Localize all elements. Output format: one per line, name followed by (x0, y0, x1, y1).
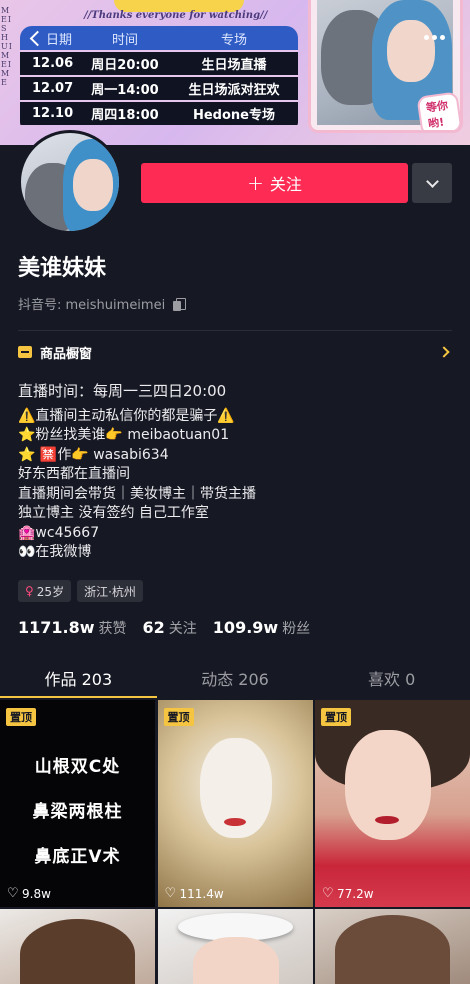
like-count: 9.8w (7, 886, 51, 901)
follow-button[interactable]: + 关注 (141, 163, 408, 203)
banner-photo: 等你哟! (308, 0, 463, 133)
female-icon: ♀ (25, 584, 34, 598)
thumbnail-caption: 山根双C处 (34, 757, 121, 777)
following-label[interactable]: 关注 (169, 618, 197, 638)
bio-line: 🏩wc45667 (18, 524, 100, 541)
bio-line: ⭐ 🈲作👉 wasabi634 (18, 446, 169, 463)
like-count: 111.4w (165, 886, 224, 901)
bio-line: ⚠️直播间主动私信你的都是骗子⚠️ (18, 407, 235, 424)
bio-line: 独立博主 没有签约 自己工作室 (18, 505, 209, 521)
like-count-value: 77.2w (337, 887, 374, 901)
likes-label: 获赞 (98, 621, 127, 637)
video-thumbnail[interactable]: 置顶 77.2w (315, 700, 470, 907)
recommend-dropdown-button[interactable] (412, 163, 452, 203)
schedule-date: 12.06 (32, 56, 74, 71)
thumbnail-caption: 鼻底正V术 (34, 847, 121, 867)
copy-icon[interactable] (173, 297, 187, 311)
plus-icon: + (247, 171, 264, 195)
schedule-event: Hedone专场 (192, 108, 275, 123)
video-thumbnail[interactable]: 置顶 山根双C处 鼻梁两根柱 鼻底正V术 9.8w (0, 700, 155, 907)
video-thumbnail[interactable]: 置顶 111.4w (157, 700, 313, 907)
bio: 直播时间：每周一三四日20:00 ⚠️直播间主动私信你的都是骗子⚠️ ⭐粉丝找美… (18, 382, 458, 563)
likes-count: 1171.8w (18, 618, 95, 637)
bio-line: 好东西都在直播间 (18, 466, 130, 482)
thumbnail-caption: 鼻梁两根柱 (32, 802, 123, 822)
location-tag: 浙江·杭州 (77, 580, 143, 602)
douyin-id: 抖音号: meishuimeimei (18, 294, 187, 313)
schedule-date: 12.07 (32, 81, 74, 96)
like-count: 77.2w (322, 886, 374, 901)
thumbnail-face (192, 937, 279, 984)
back-icon[interactable] (29, 30, 46, 46)
like-count-value: 111.4w (179, 887, 224, 901)
shop-icon (18, 346, 32, 358)
bio-line: ⭐粉丝找美谁👉 meibaotuan01 (18, 427, 230, 443)
schedule-time: 周日20:00 (91, 58, 159, 73)
bio-line: 直播时间：每周一三四日20:00 (18, 382, 227, 400)
follow-label: 关注 (269, 175, 302, 194)
profile-stats: 1171.8w 获赞 62 关注 109.9w 粉丝 (18, 618, 326, 638)
pinned-badge: 置顶 (321, 708, 351, 726)
schedule-row: 12.10 周四18:00 Hedone专场 (20, 100, 298, 125)
thumbnail-lip (375, 816, 399, 824)
tab-dynamics[interactable]: 动态 206 (157, 660, 314, 698)
schedule-header-time: 时间 (111, 32, 138, 48)
nickname: 美谁妹妹 (18, 256, 107, 281)
banner-side-text: MEISHUIMEIME (1, 6, 13, 87)
chevron-right-icon (438, 346, 450, 358)
video-thumbnail[interactable] (0, 909, 155, 984)
shop-label: 商品橱窗 (40, 346, 93, 362)
more-options-icon[interactable] (418, 28, 450, 46)
banner-thanks-text: //Thanks everyone for watching// (84, 10, 268, 21)
age-label: 25岁 (36, 584, 65, 599)
schedule-time: 周四18:00 (91, 108, 159, 123)
video-thumbnail[interactable] (157, 909, 313, 984)
followers-count[interactable]: 109.9w (213, 618, 278, 637)
avatar-face (73, 159, 113, 211)
thumbnail-hair (335, 915, 450, 984)
schedule-header: 日期 时间 专场 (20, 26, 298, 50)
shop-window-entry[interactable]: 商品橱窗 (18, 338, 452, 366)
tab-works[interactable]: 作品 203 (0, 660, 157, 698)
schedule-event: 生日场派对狂欢 (188, 83, 280, 98)
heart-icon (322, 886, 334, 901)
like-count-value: 9.8w (22, 887, 51, 901)
douyin-id-text: 抖音号: meishuimeimei (18, 298, 166, 313)
bio-line: 👀在我微博 (18, 544, 92, 560)
profile-banner: MEISHUIMEIME //Thanks everyone for watch… (0, 0, 470, 145)
live-schedule-table: 日期 时间 专场 12.06 周日20:00 生日场直播 12.07 周一14:… (20, 26, 298, 130)
following-count[interactable]: 62 (143, 618, 165, 637)
bio-line: 直播期间会带货｜美妆博主｜带货主播 (18, 485, 256, 502)
pinned-badge: 置顶 (6, 708, 36, 726)
heart-icon (7, 886, 19, 901)
avatar[interactable] (18, 130, 122, 234)
tab-likes[interactable]: 喜欢 0 (313, 660, 470, 698)
banner-sticker: 等你哟! (416, 91, 460, 130)
heart-icon (165, 886, 177, 901)
followers-label[interactable]: 粉丝 (282, 618, 310, 638)
video-grid: 置顶 山根双C处 鼻梁两根柱 鼻底正V术 9.8w 置顶 111.4w 置顶 7… (0, 700, 470, 984)
schedule-header-event: 专场 (220, 32, 247, 48)
schedule-time: 周一14:00 (91, 83, 159, 98)
schedule-header-date: 日期 (20, 29, 80, 48)
profile-tags: ♀ 25岁 浙江·杭州 (18, 580, 143, 602)
schedule-event: 生日场直播 (201, 58, 267, 73)
schedule-header-date-label: 日期 (46, 32, 73, 48)
divider (18, 330, 452, 331)
age-tag: ♀ 25岁 (18, 580, 72, 602)
video-thumbnail[interactable] (315, 909, 470, 984)
thumbnail-lip (223, 818, 246, 826)
thumbnail-hair (20, 919, 135, 984)
pinned-badge: 置顶 (163, 708, 194, 726)
profile-tabs: 作品 203 动态 206 喜欢 0 (0, 660, 470, 698)
schedule-row: 12.07 周一14:00 生日场派对狂欢 (20, 75, 298, 100)
schedule-date: 12.10 (32, 106, 74, 121)
banner-top-strip: //Thanks everyone for watching// (14, 0, 304, 22)
chevron-down-icon (425, 174, 439, 188)
schedule-row: 12.06 周日20:00 生日场直播 (20, 50, 298, 75)
